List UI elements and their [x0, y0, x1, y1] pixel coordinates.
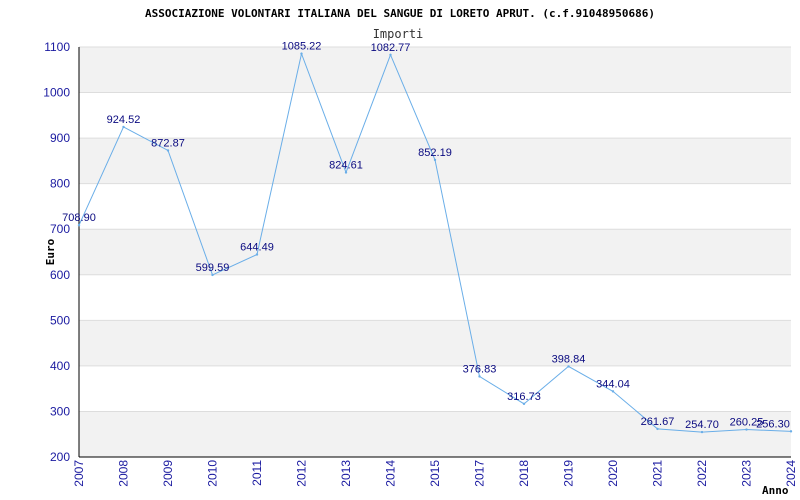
- y-tick-label: 400: [50, 359, 70, 373]
- y-tick-label: 600: [50, 268, 70, 282]
- x-tick-label: 2021: [651, 460, 665, 487]
- data-label: 398.84: [552, 353, 586, 365]
- data-point: [122, 125, 125, 129]
- data-label: 708.90: [62, 212, 96, 224]
- data-point: [789, 430, 793, 433]
- y-tick-label: 800: [50, 177, 70, 191]
- x-tick-label: 2008: [117, 460, 131, 487]
- y-tick-label: 1100: [44, 40, 70, 54]
- x-tick-labels: 2007 2008 2009 2010 2011 2012 2013 2014 2015 2017…: [72, 460, 798, 487]
- data-point: [77, 223, 81, 227]
- data-point: [567, 365, 570, 368]
- data-point: [656, 427, 659, 431]
- data-point: [389, 53, 392, 57]
- data-label: 376.83: [463, 363, 497, 375]
- x-tick-label: 2011: [250, 460, 264, 486]
- data-label: 644.49: [240, 242, 274, 254]
- x-tick-label: 2014: [384, 460, 398, 487]
- data-label: 1082.77: [371, 42, 411, 54]
- data-label: 1085.22: [282, 41, 322, 53]
- x-tick-label: 2023: [740, 460, 754, 487]
- x-tick-label: 2010: [206, 460, 220, 487]
- data-point: [433, 158, 437, 162]
- x-tick-label: 2019: [562, 460, 576, 487]
- y-axis-label: Euro: [44, 238, 57, 265]
- data-label: 599.59: [196, 262, 230, 274]
- data-label: 824.61: [329, 159, 363, 171]
- data-point: [478, 375, 481, 378]
- data-label: 924.52: [107, 114, 141, 126]
- data-label: 254.70: [685, 419, 719, 431]
- chart: 20030040050060070080090010001100 2007 200…: [43, 7, 798, 497]
- x-axis-label: Anno: [762, 484, 789, 497]
- grid-band: [79, 229, 791, 275]
- grid-band: [79, 320, 791, 366]
- data-point: [300, 52, 303, 55]
- grid-band: [79, 47, 791, 93]
- x-tick-label: 2007: [72, 460, 86, 487]
- x-tick-label: 2015: [428, 460, 442, 487]
- data-point: [344, 171, 348, 174]
- y-tick-label: 700: [50, 222, 70, 236]
- plot-bands: [79, 47, 791, 457]
- x-tick-label: 2012: [295, 460, 309, 487]
- y-tick-label: 900: [50, 131, 70, 145]
- y-tick-label: 300: [50, 404, 70, 418]
- chart-title: ASSOCIAZIONE VOLONTARI ITALIANA DEL SANG…: [145, 7, 655, 20]
- data-point: [611, 390, 615, 393]
- y-tick-label: 500: [50, 313, 70, 327]
- data-label: 852.19: [418, 147, 452, 159]
- data-label: 256.30: [756, 418, 790, 430]
- y-tick-label: 1000: [43, 86, 70, 100]
- data-point: [522, 402, 526, 406]
- x-tick-label: 2020: [606, 460, 620, 487]
- data-label: 872.87: [151, 137, 185, 149]
- x-tick-label: 2017: [473, 460, 487, 487]
- x-tick-label: 2009: [161, 460, 175, 487]
- data-point: [255, 253, 259, 256]
- data-label: 261.67: [641, 416, 675, 428]
- data-point: [166, 149, 170, 152]
- chart-subtitle: Importi: [373, 27, 424, 41]
- x-tick-label: 2013: [339, 460, 353, 487]
- x-tick-label: 2018: [517, 460, 531, 487]
- data-point: [211, 273, 214, 277]
- data-point: [745, 428, 748, 431]
- x-tick-label: 2024: [784, 460, 798, 487]
- data-label: 344.04: [596, 378, 630, 390]
- y-tick-label: 200: [50, 450, 70, 464]
- x-tick-label: 2022: [695, 460, 709, 487]
- data-point: [700, 430, 704, 434]
- data-label: 316.73: [507, 391, 541, 403]
